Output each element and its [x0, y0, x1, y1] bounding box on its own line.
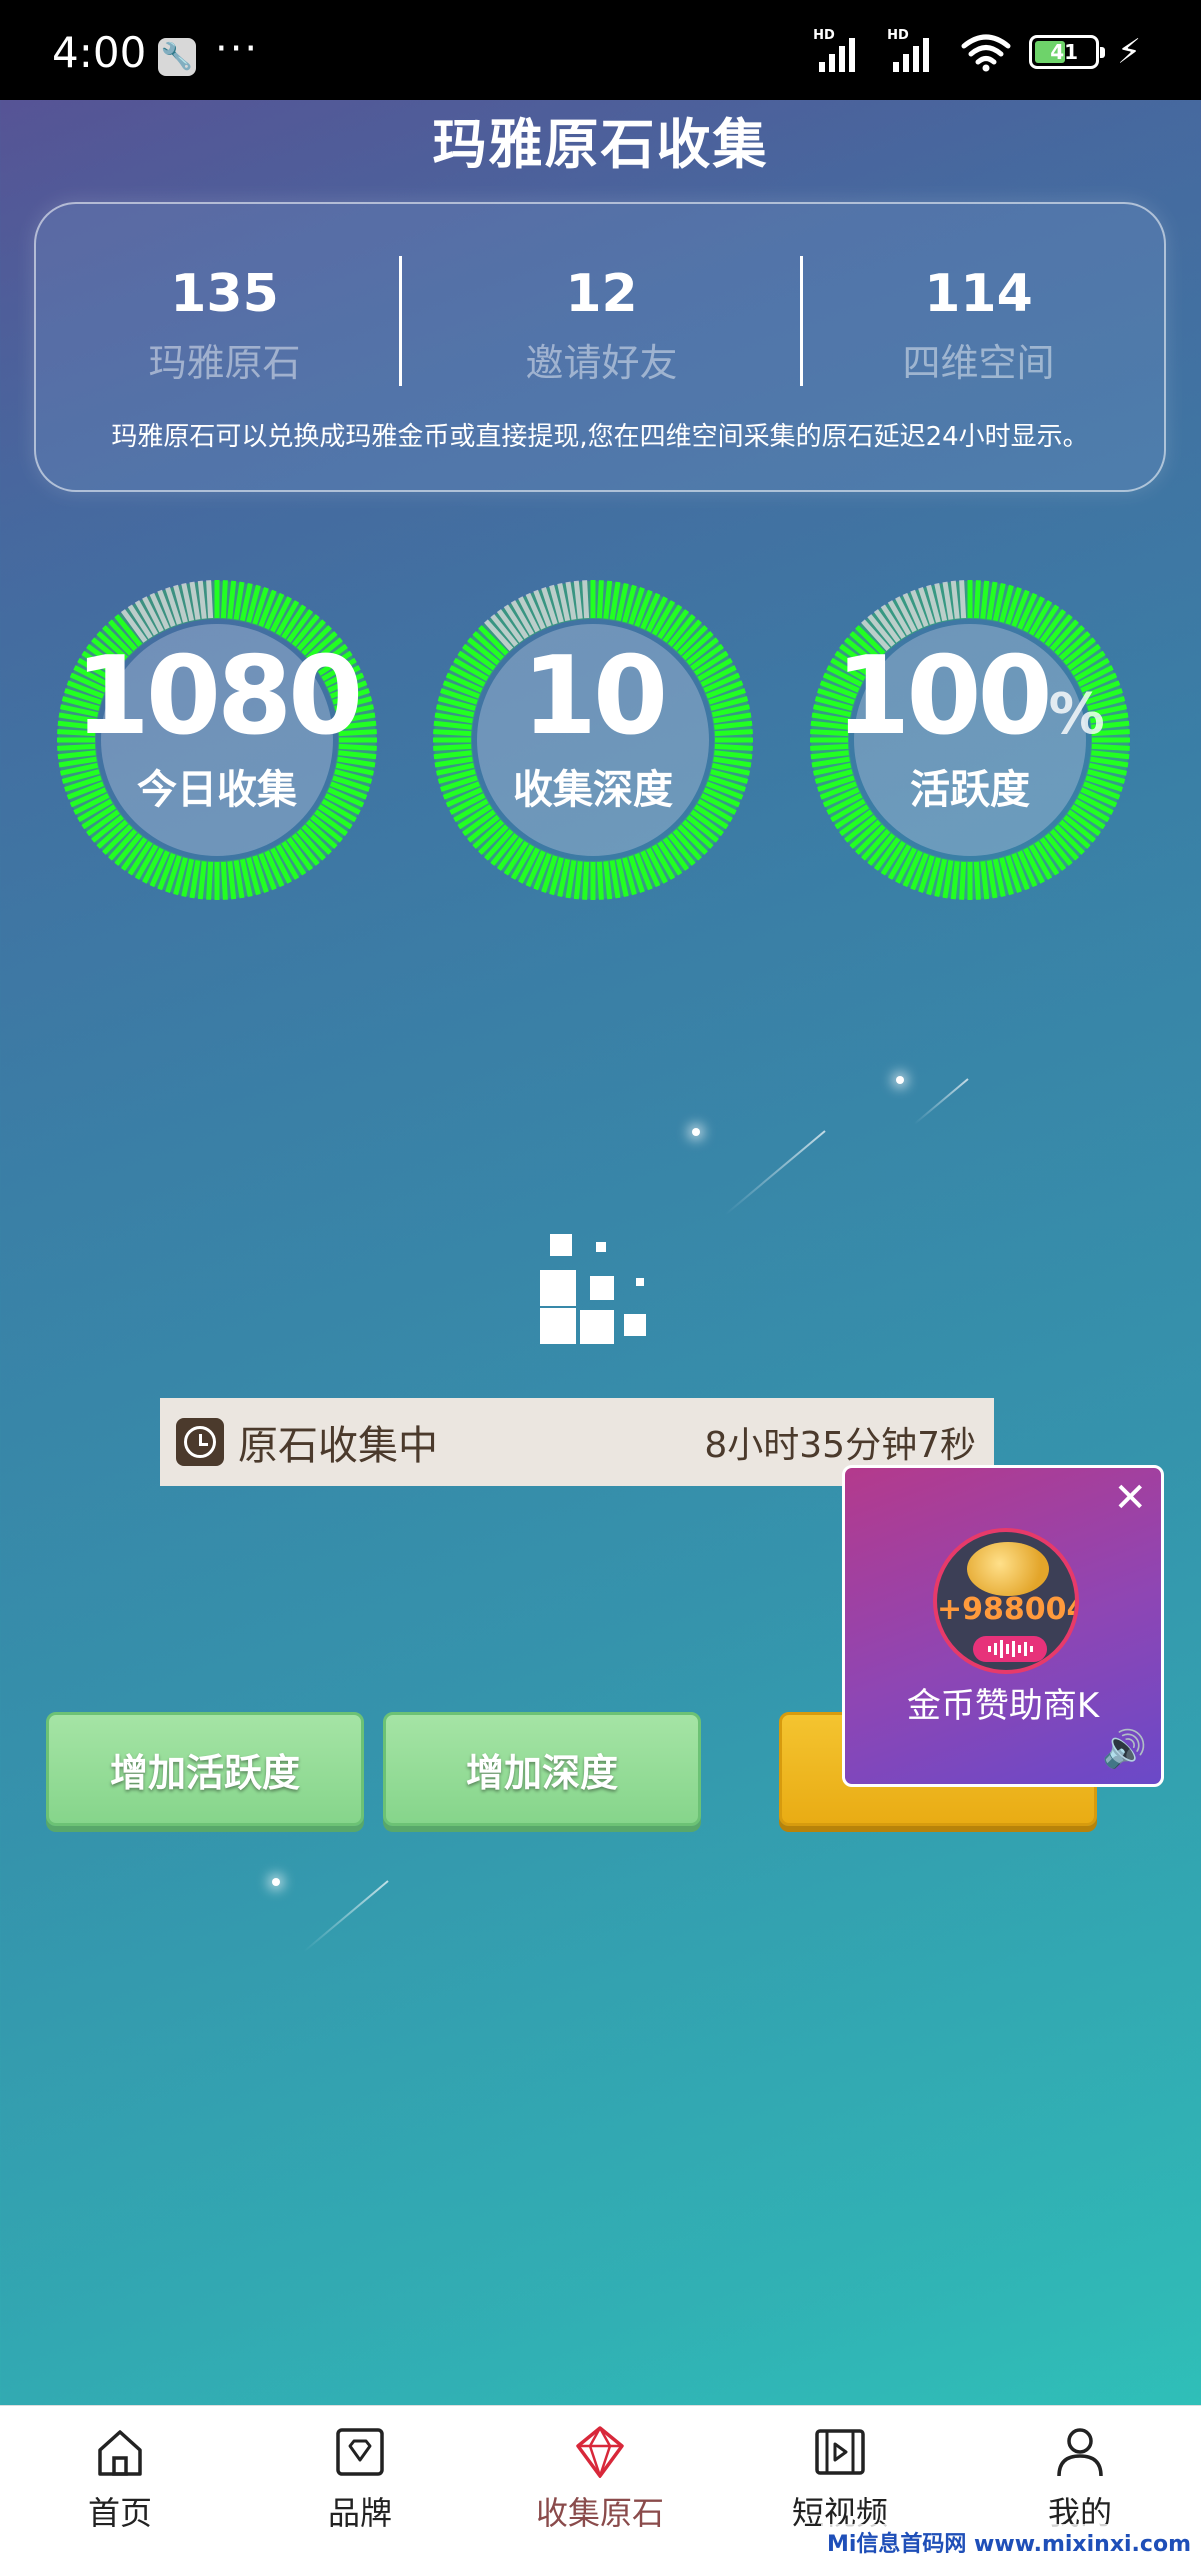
- stat-maya-stones[interactable]: 135 玛雅原石: [36, 264, 413, 387]
- stat-4d-space[interactable]: 114 四维空间: [790, 264, 1167, 387]
- status-bar: 4:00 🔧 ··· HD HD 41 ⚡: [0, 0, 1201, 100]
- star: [692, 1128, 700, 1136]
- gauge-value: 10: [521, 634, 668, 759]
- home-icon: [98, 2430, 142, 2476]
- stat-invited-friends[interactable]: 12 邀请好友: [413, 264, 790, 387]
- gauge-today-collected: 1080 今日收集: [52, 575, 382, 905]
- gauge-value: 1080: [74, 634, 364, 759]
- close-icon[interactable]: ✕: [1113, 1478, 1147, 1518]
- shooting-star: [303, 1880, 389, 1953]
- nav-label: 收集原石: [535, 2494, 664, 2532]
- stats-card: 135 玛雅原石 12 邀请好友 114 四维空间 玛雅原石可以兑换成玛雅金币或…: [34, 202, 1166, 492]
- page-title: 玛雅原石收集: [432, 113, 769, 176]
- clock-icon: [176, 1418, 224, 1466]
- gauge-label: 活跃度: [910, 767, 1030, 813]
- increase-depth-button[interactable]: 增加深度: [383, 1712, 701, 1826]
- loading-blocks-icon: [540, 1232, 660, 1352]
- battery-icon: 41: [1029, 35, 1106, 69]
- timer-countdown: 8小时35分钟7秒: [704, 1425, 976, 1466]
- wrench-icon: 🔧: [158, 38, 196, 76]
- coin-amount: +988004: [937, 1592, 1079, 1627]
- video-icon: [815, 2429, 865, 2475]
- stat-label: 玛雅原石: [148, 341, 301, 385]
- nav-collect-stones[interactable]: 收集原石: [480, 2406, 720, 2560]
- stat-value: 12: [565, 264, 638, 324]
- signal-icon: HD: [813, 28, 869, 72]
- charging-icon: ⚡: [1117, 32, 1141, 72]
- gauge-value: 100%: [835, 634, 1105, 759]
- shooting-star: [724, 1130, 826, 1216]
- nav-label: 品牌: [327, 2494, 392, 2532]
- audio-wave-icon: [973, 1636, 1047, 1662]
- stat-value: 114: [924, 264, 1033, 324]
- nav-brand[interactable]: 品牌: [240, 2406, 480, 2560]
- more-dots-icon: ···: [215, 26, 260, 72]
- brand-icon: [336, 2428, 384, 2476]
- user-icon: [1057, 2428, 1103, 2477]
- timer-label: 原石收集中: [238, 1423, 438, 1469]
- gauge-unit: %: [1048, 682, 1105, 747]
- stat-label: 四维空间: [902, 341, 1055, 385]
- sponsor-popup[interactable]: ✕ +988004 金币赞助商K 🔊: [842, 1465, 1164, 1787]
- status-time: 4:00: [52, 28, 147, 77]
- star: [272, 1878, 280, 1886]
- increase-activity-button[interactable]: 增加活跃度: [46, 1712, 364, 1826]
- gauge-label: 今日收集: [137, 767, 297, 813]
- speaker-icon[interactable]: 🔊: [1102, 1728, 1147, 1770]
- star: [896, 1076, 904, 1084]
- wifi-icon: [961, 34, 1011, 72]
- stat-value: 135: [170, 264, 279, 324]
- status-indicators: HD HD 41 ⚡: [813, 28, 1141, 74]
- nav-label: 首页: [87, 2494, 152, 2532]
- gauge-collect-depth: 10 收集深度: [428, 575, 758, 905]
- shooting-star: [913, 1078, 969, 1125]
- coins-avatar: +988004: [933, 1528, 1079, 1674]
- gem-icon: [576, 2426, 624, 2478]
- signal-icon-2: HD: [887, 28, 943, 72]
- stat-label: 邀请好友: [525, 341, 678, 385]
- coins-icon: [967, 1542, 1049, 1596]
- watermark: Mi信息首码网 www.mixinxi.com: [820, 2524, 1197, 2560]
- gauge-label: 收集深度: [513, 767, 673, 813]
- nav-home[interactable]: 首页: [0, 2406, 240, 2560]
- stats-note: 玛雅原石可以兑换成玛雅金币或直接提现,您在四维空间采集的原石延迟24小时显示。: [111, 422, 1089, 452]
- divider: [399, 256, 402, 386]
- gauge-activity: 100% 活跃度: [805, 575, 1135, 905]
- popup-title: 金币赞助商K: [906, 1686, 1100, 1726]
